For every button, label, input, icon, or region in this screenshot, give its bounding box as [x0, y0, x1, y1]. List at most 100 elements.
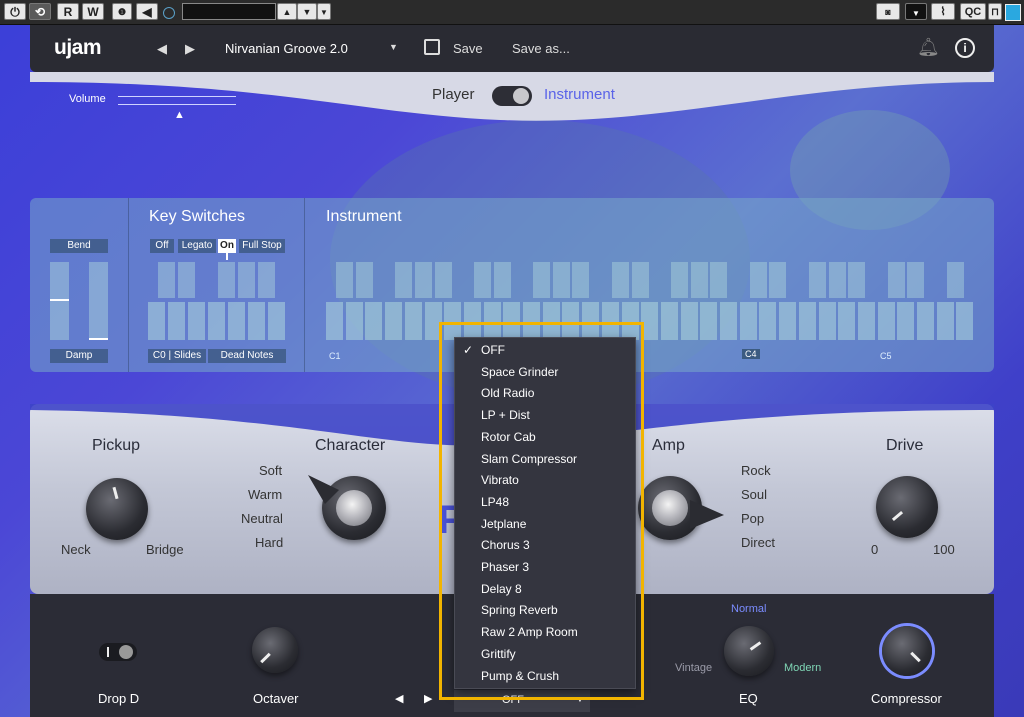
white-key[interactable]	[838, 302, 856, 340]
black-key[interactable]	[670, 262, 688, 298]
player-mode-label[interactable]: Player	[432, 86, 475, 103]
volume-slider[interactable]	[118, 96, 236, 105]
power-button[interactable]: ⏻	[4, 3, 26, 20]
white-key[interactable]	[956, 302, 974, 340]
chevron-down-icon[interactable]: ▼	[317, 3, 331, 20]
eq-knob[interactable]	[724, 626, 774, 676]
black-key[interactable]	[355, 262, 373, 298]
black-key[interactable]	[808, 262, 826, 298]
info-icon[interactable]: i	[955, 38, 975, 58]
white-key[interactable]	[917, 302, 934, 340]
ks-off-button[interactable]: Off	[150, 239, 174, 253]
character-warm[interactable]: Warm	[248, 487, 282, 502]
write-button[interactable]: W	[82, 3, 104, 20]
ks-on-button[interactable]: On	[218, 239, 236, 253]
white-key[interactable]	[720, 302, 737, 340]
white-key[interactable]	[739, 302, 757, 340]
pickup-knob[interactable]	[86, 478, 148, 540]
lock-icon[interactable]: ⊓	[988, 3, 1002, 20]
white-key[interactable]	[700, 302, 718, 340]
white-key[interactable]	[779, 302, 797, 340]
loop-button[interactable]: ⟲	[29, 3, 51, 20]
character-soft[interactable]: Soft	[259, 463, 282, 478]
black-key[interactable]	[946, 262, 964, 298]
pulse-icon[interactable]: ⌇	[931, 3, 955, 20]
chevron-down-icon[interactable]: ▼	[905, 3, 927, 20]
amp-rock[interactable]: Rock	[741, 463, 771, 478]
qc-button[interactable]: QC	[960, 3, 986, 20]
save-button[interactable]: Save	[453, 41, 483, 56]
ks-keys[interactable]	[148, 262, 286, 342]
mode-toggle[interactable]	[492, 86, 532, 106]
preset-field[interactable]	[182, 3, 276, 20]
black-key[interactable]	[690, 262, 708, 298]
white-key[interactable]	[818, 302, 836, 340]
drop-d-toggle[interactable]	[99, 643, 137, 661]
black-key[interactable]	[395, 262, 413, 298]
black-key[interactable]	[434, 262, 452, 298]
instrument-mode-label[interactable]: Instrument	[544, 86, 615, 103]
white-key[interactable]	[326, 302, 343, 340]
black-key[interactable]	[611, 262, 629, 298]
ks-legato-button[interactable]: Legato	[178, 239, 216, 253]
bend-wheel[interactable]	[50, 262, 69, 340]
white-key[interactable]	[798, 302, 816, 340]
white-key[interactable]	[877, 302, 895, 340]
white-key[interactable]	[897, 302, 915, 340]
black-key[interactable]	[887, 262, 905, 298]
preset-chevron-down-icon[interactable]: ▼	[389, 42, 398, 52]
black-key[interactable]	[336, 262, 353, 298]
ks-fullstop-button[interactable]: Full Stop	[239, 239, 285, 253]
read-button[interactable]: R	[57, 3, 79, 20]
white-key[interactable]	[857, 302, 875, 340]
white-key[interactable]	[680, 302, 698, 340]
black-key[interactable]	[828, 262, 846, 298]
black-key[interactable]	[493, 262, 511, 298]
damp-marker	[89, 338, 108, 340]
white-key[interactable]	[936, 302, 954, 340]
black-key[interactable]	[552, 262, 570, 298]
black-key[interactable]	[572, 262, 590, 298]
black-key[interactable]	[710, 262, 728, 298]
black-key[interactable]	[631, 262, 649, 298]
prev-preset-icon[interactable]: ◀	[157, 41, 167, 57]
amp-pop[interactable]: Pop	[741, 511, 764, 526]
white-key[interactable]	[759, 302, 777, 340]
black-key[interactable]	[769, 262, 787, 298]
fx-next-icon[interactable]: ▶	[424, 692, 432, 705]
compressor-knob[interactable]	[882, 626, 932, 676]
white-key[interactable]	[345, 302, 363, 340]
save-icon[interactable]	[424, 39, 440, 55]
black-key[interactable]	[414, 262, 432, 298]
down-arrow-icon[interactable]: ▼	[297, 3, 317, 20]
black-key[interactable]	[473, 262, 491, 298]
preset-name[interactable]: Nirvanian Groove 2.0	[225, 41, 348, 56]
back-arrow-icon[interactable]: ◀	[136, 3, 158, 20]
color-swatch[interactable]	[1005, 4, 1021, 21]
character-neutral[interactable]: Neutral	[241, 511, 283, 526]
white-key[interactable]	[385, 302, 403, 340]
notification-bell-icon[interactable]: 🔔︎	[917, 37, 940, 58]
up-arrow-icon[interactable]: ▲	[277, 3, 297, 20]
amp-direct[interactable]: Direct	[741, 535, 775, 550]
instrument-keyboard[interactable]	[326, 262, 976, 342]
white-key[interactable]	[660, 302, 678, 340]
black-key[interactable]	[848, 262, 866, 298]
white-key[interactable]	[404, 302, 422, 340]
info-button[interactable]: ❶	[112, 3, 132, 20]
volume-handle-icon[interactable]: ▲	[174, 109, 185, 121]
save-as-button[interactable]: Save as...	[512, 41, 570, 56]
damp-wheel[interactable]	[89, 262, 108, 340]
next-preset-icon[interactable]: ▶	[185, 41, 195, 57]
black-key[interactable]	[533, 262, 550, 298]
drive-knob[interactable]	[876, 476, 938, 538]
fx-prev-icon[interactable]: ◀	[395, 692, 403, 705]
octaver-knob[interactable]	[252, 627, 298, 673]
character-hard[interactable]: Hard	[255, 535, 283, 550]
camera-icon[interactable]: ◙	[876, 3, 900, 20]
black-key[interactable]	[907, 262, 925, 298]
ks-slides-label: C0 | Slides	[148, 349, 206, 363]
amp-soul[interactable]: Soul	[741, 487, 767, 502]
black-key[interactable]	[749, 262, 767, 298]
white-key[interactable]	[365, 302, 383, 340]
